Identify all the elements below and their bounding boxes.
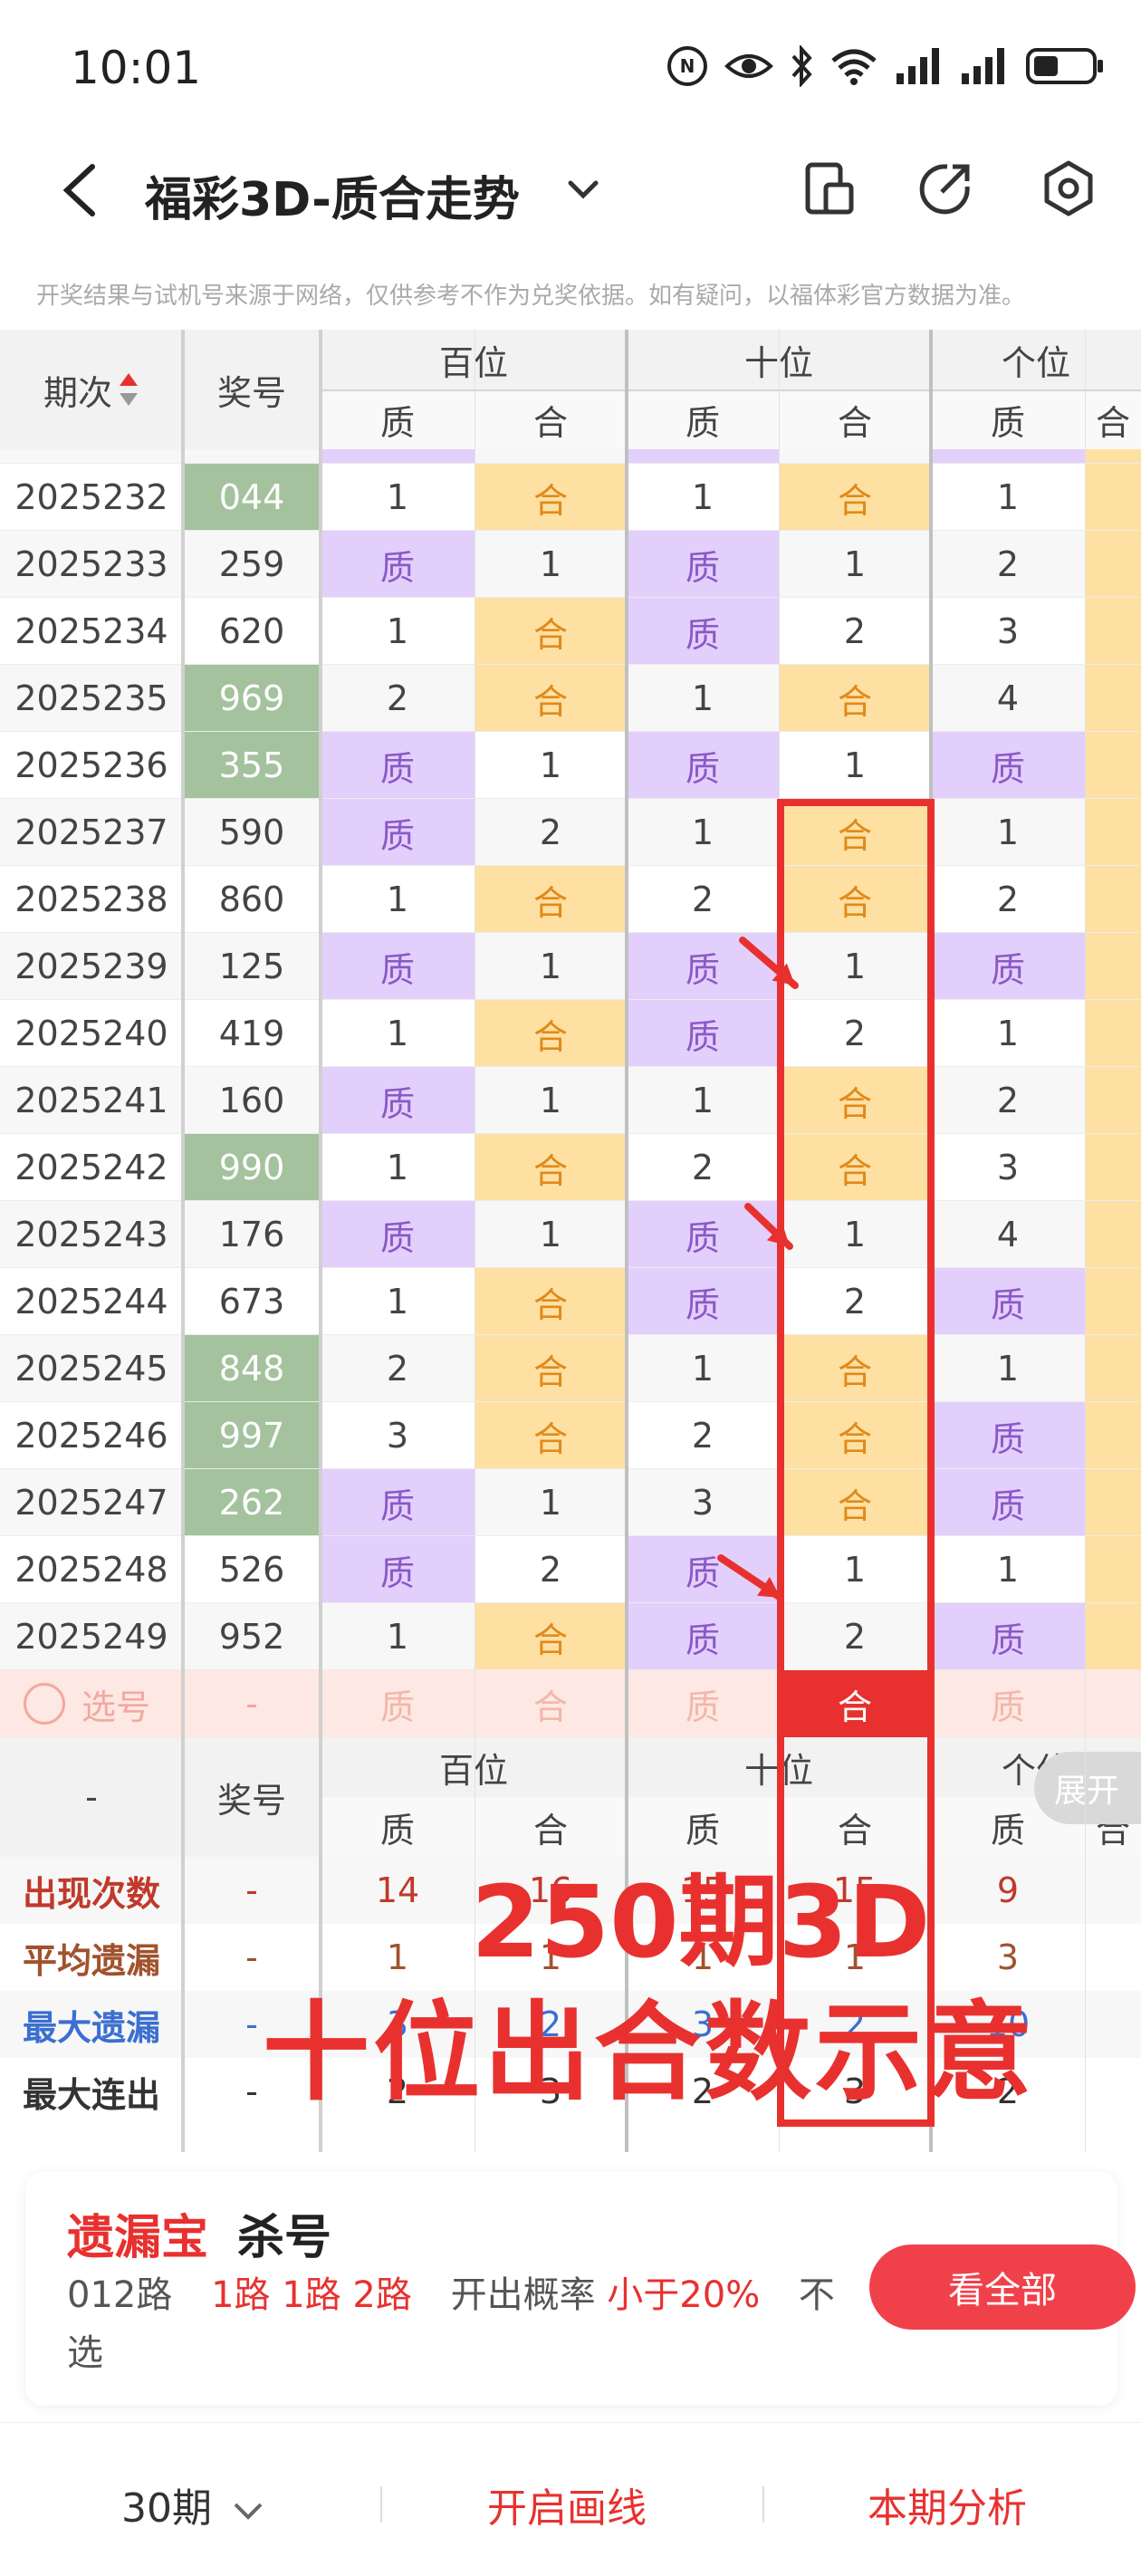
svg-text:N: N: [680, 55, 695, 77]
probability-value: 小于20%: [607, 2274, 761, 2316]
status-bar: 10:01 N: [0, 0, 1141, 136]
app-header: 福彩3D-质合走势: [0, 136, 1141, 245]
promo-brand: 遗漏宝: [67, 2211, 209, 2265]
back-arrow-icon[interactable]: [58, 163, 103, 217]
hd-icon: N: [667, 46, 707, 86]
divider: [380, 2486, 382, 2523]
promo-title: 杀号: [237, 2211, 332, 2265]
overlay-title: 250期3D: [471, 1864, 931, 1980]
bluetooth-icon: [791, 45, 812, 87]
kill-number-card: 遗漏宝 杀号 012路 1路 1路 2路 开出概率 小于20% 不选 看全部: [25, 2172, 1136, 2406]
wifi-icon: [831, 49, 877, 85]
overlay-subtitle: 十位出合数示意图: [263, 1990, 1037, 2152]
signal-icon: [896, 48, 939, 84]
draw-lines-button[interactable]: 开启画线: [487, 2475, 647, 2533]
signal-icon-2: [962, 48, 1004, 84]
disclaimer-text: 开奖结果与试机号来源于网络，仅供参考不作为兑奖依据。如有疑问，以福体彩官方数据为…: [36, 283, 1026, 310]
status-time: 10:01: [71, 42, 202, 94]
eye-icon: [724, 54, 773, 78]
probability-label: 开出概率: [450, 2274, 596, 2316]
device-icon[interactable]: [801, 159, 858, 217]
view-all-button[interactable]: 看全部: [869, 2244, 1136, 2330]
divider: [762, 2486, 764, 2523]
share-icon[interactable]: [916, 159, 974, 217]
period-selector[interactable]: 30期: [121, 2475, 266, 2533]
route-label: 012路: [67, 2274, 173, 2316]
battery-icon: [1026, 48, 1103, 84]
period-selector-label: 30期: [121, 2485, 212, 2532]
bottom-toolbar: 30期 开启画线 本期分析: [0, 2422, 1141, 2576]
trend-table: 2025231752质1质2质20252320441合1合12025233259…: [0, 330, 1141, 2152]
analysis-button[interactable]: 本期分析: [868, 2475, 1027, 2533]
chevron-down-icon[interactable]: [565, 174, 601, 207]
route-values: 1路 1路 2路: [211, 2274, 412, 2316]
status-icons: N: [666, 45, 1105, 87]
promo-description: 012路 1路 1路 2路 开出概率 小于20% 不选: [67, 2266, 864, 2382]
page-title[interactable]: 福彩3D-质合走势: [145, 161, 520, 229]
chevron-down-icon: [234, 2503, 263, 2520]
settings-icon[interactable]: [1040, 159, 1098, 217]
